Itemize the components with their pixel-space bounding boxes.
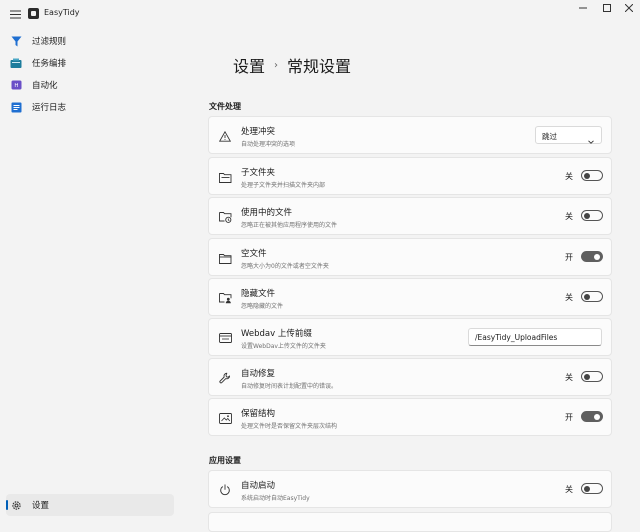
sidebar-item-run-log[interactable]: 运行日志 (6, 96, 174, 118)
setting-description: 处理文件时是否保留文件夹层次结构 (241, 423, 338, 430)
setting-title: 保留结构 (241, 409, 276, 419)
folder-in-use-icon (218, 210, 232, 224)
automation-icon: H (10, 79, 22, 91)
hidden-file-icon (218, 291, 232, 305)
sidebar-item-label: 过滤规则 (32, 37, 67, 47)
gear-icon (10, 499, 22, 511)
structure-icon (218, 411, 232, 425)
setting-description: 处理子文件夹并扫描文件夹内部 (241, 182, 326, 189)
power-icon (218, 483, 232, 497)
setting-description: 忽略大小为0的文件或者空文件夹 (241, 263, 329, 270)
app-logo-icon (28, 8, 39, 19)
setting-description: 忽略隐藏的文件 (241, 303, 284, 310)
sidebar-item-filter-rules[interactable]: 过滤规则 (6, 30, 174, 52)
toggle-state-label: 关 (565, 212, 573, 221)
hamburger-menu-icon[interactable] (7, 6, 23, 22)
toggle-state-label: 关 (565, 485, 573, 494)
filter-icon (10, 35, 22, 47)
setting-card-preserve-structure: 保留结构 处理文件时是否保留文件夹层次结构 开 (208, 398, 612, 436)
task-orchestration-icon (10, 57, 22, 69)
setting-description: 自动修复时间表计划配置中的错误。 (241, 383, 338, 390)
setting-title: 处理冲突 (241, 127, 276, 137)
warning-icon (218, 129, 232, 143)
section-title-file-processing: 文件处理 (209, 102, 241, 111)
auto-start-toggle[interactable] (581, 483, 603, 494)
webdav-icon (218, 331, 232, 345)
log-icon (10, 101, 22, 113)
page-title: 常规设置 (287, 57, 352, 76)
setting-description: 忽略正在被其他应用程序使用的文件 (241, 222, 338, 229)
breadcrumb: 设置 › 常规设置 (233, 53, 351, 77)
app-title: EasyTidy (44, 8, 80, 17)
setting-card-conflict: 处理冲突 自动处理冲突的选项 跳过 (208, 116, 612, 154)
setting-card-empty-files: 空文件 忽略大小为0的文件或者空文件夹 开 (208, 238, 612, 276)
title-bar: EasyTidy (0, 0, 640, 28)
setting-card-webdav-prefix: Webdav 上传前缀 设置WebDav上传文件的文件夹 /EasyTidy_U… (208, 318, 612, 356)
breadcrumb-parent[interactable]: 设置 (233, 53, 265, 77)
setting-title: 自动启动 (241, 481, 276, 491)
setting-card-auto-repair: 自动修复 自动修复时间表计划配置中的错误。 关 (208, 358, 612, 396)
sidebar-item-label: 自动化 (32, 81, 58, 91)
setting-title: 空文件 (241, 249, 267, 259)
setting-title: Webdav 上传前缀 (241, 329, 312, 339)
sidebar-item-task-orchestration[interactable]: 任务编排 (6, 52, 174, 74)
sidebar-item-label: 任务编排 (32, 59, 67, 69)
sidebar-item-settings[interactable]: 设置 (6, 494, 174, 516)
setting-title: 自动修复 (241, 369, 276, 379)
subfolder-toggle[interactable] (581, 170, 603, 181)
preserve-structure-toggle[interactable] (581, 411, 603, 422)
toggle-state-label: 关 (565, 373, 573, 382)
toggle-state-label: 开 (565, 253, 573, 262)
chevron-down-icon (587, 131, 595, 144)
setting-title: 使用中的文件 (241, 208, 293, 218)
sidebar-item-label: 运行日志 (32, 103, 67, 113)
empty-folder-icon (218, 251, 232, 265)
minimize-icon[interactable] (572, 0, 594, 16)
setting-card-subfolder: 子文件夹 处理子文件夹并扫描文件夹内部 关 (208, 157, 612, 195)
file-in-use-toggle[interactable] (581, 210, 603, 221)
hidden-files-toggle[interactable] (581, 291, 603, 302)
maximize-icon[interactable] (596, 0, 618, 16)
setting-card-auto-start: 自动启动 系统启动时自动EasyTidy 关 (208, 470, 612, 508)
breadcrumb-separator: › (274, 59, 279, 71)
close-icon[interactable] (618, 0, 640, 16)
setting-title: 子文件夹 (241, 168, 276, 178)
empty-files-toggle[interactable] (581, 251, 603, 262)
setting-title: 隐藏文件 (241, 289, 276, 299)
section-title-app-settings: 应用设置 (209, 456, 241, 465)
setting-description: 自动处理冲突的选项 (241, 141, 296, 148)
webdav-prefix-input[interactable]: /EasyTidy_UploadFiles (468, 328, 602, 346)
setting-card-next (208, 512, 612, 532)
toggle-state-label: 关 (565, 293, 573, 302)
conflict-dropdown[interactable]: 跳过 (535, 126, 602, 144)
setting-card-hidden-files: 隐藏文件 忽略隐藏的文件 关 (208, 278, 612, 316)
toggle-state-label: 开 (565, 413, 573, 422)
setting-description: 设置WebDav上传文件的文件夹 (241, 343, 326, 350)
subfolder-icon (218, 170, 232, 184)
dropdown-value: 跳过 (542, 132, 557, 141)
sidebar-item-label: 设置 (32, 501, 50, 511)
setting-card-file-in-use: 使用中的文件 忽略正在被其他应用程序使用的文件 关 (208, 197, 612, 235)
sidebar-item-automation[interactable]: H 自动化 (6, 74, 174, 96)
svg-text:H: H (14, 83, 18, 89)
setting-description: 系统启动时自动EasyTidy (241, 495, 310, 502)
toggle-state-label: 关 (565, 172, 573, 181)
wrench-icon (218, 371, 232, 385)
auto-repair-toggle[interactable] (581, 371, 603, 382)
